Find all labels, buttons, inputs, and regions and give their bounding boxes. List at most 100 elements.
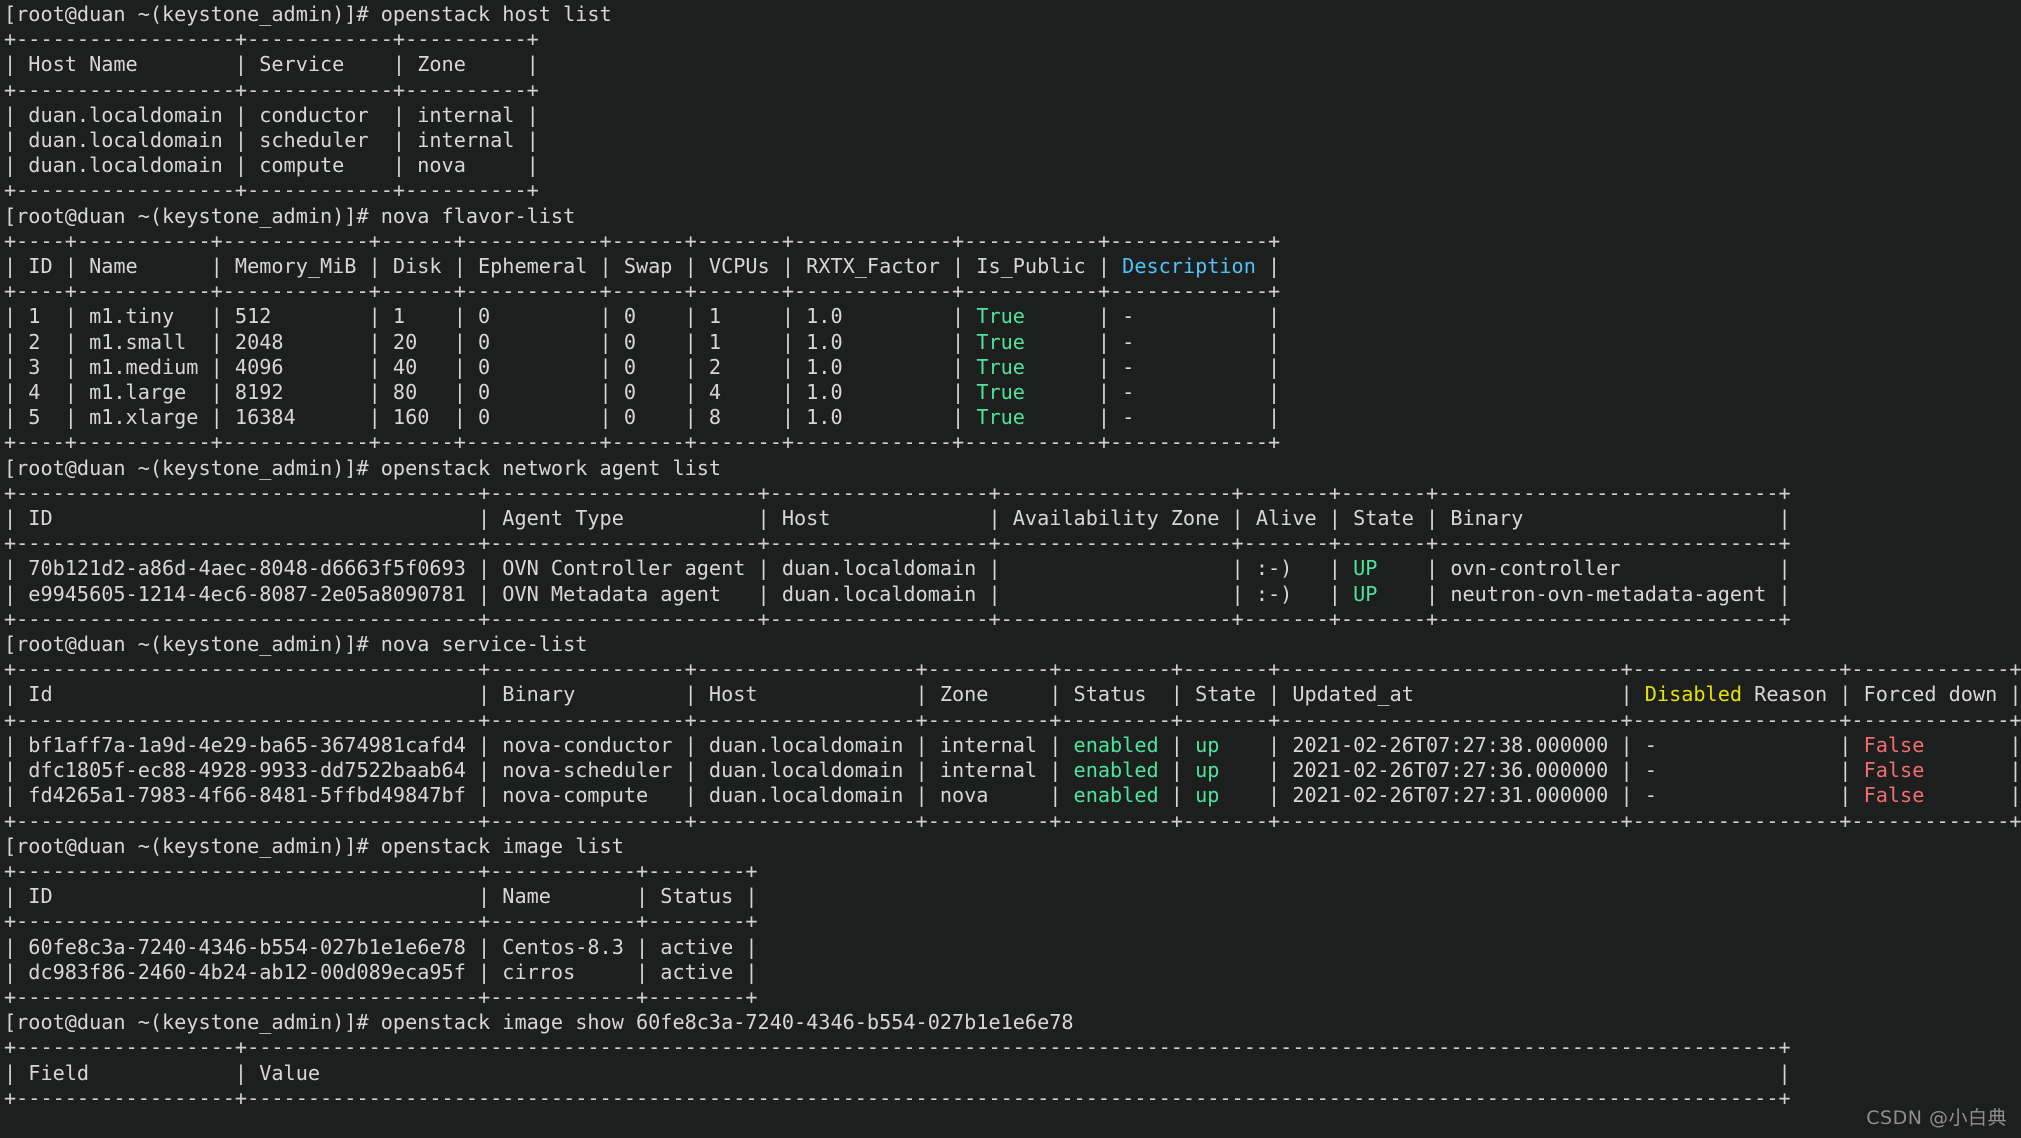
terminal-line: +--------------------------------------+… [4,657,2021,682]
terminal-line: +------------------+------------+-------… [4,178,2021,203]
terminal-text: | 5 | m1.xlarge | 16384 | 160 | 0 | 0 | … [4,405,977,430]
terminal-line: | Host Name | Service | Zone | [4,52,2021,77]
terminal-line: +----+-----------+------------+------+--… [4,229,2021,254]
terminal-line: [root@duan ~(keystone_admin)]# nova flav… [4,204,2021,229]
terminal-text: [root@duan ~(keystone_admin)]# openstack… [4,833,624,858]
terminal-text: | [1158,758,1196,783]
terminal-line: +--------------------------------------+… [4,809,2021,834]
terminal-text: enabled [1073,732,1159,757]
terminal-line: | 60fe8c3a-7240-4346-b554-027b1e1e6e78 |… [4,935,2021,960]
terminal-text: | Id | Binary | Host | Zone | Status | S… [4,682,1645,707]
terminal-text: Reason | Forced down | [1742,682,2021,707]
terminal-text: | duan.localdomain | scheduler | interna… [4,128,539,153]
terminal-text: | [1924,783,2021,808]
terminal-line: | 70b121d2-a86d-4aec-8048-d6663f5f0693 |… [4,556,2021,581]
terminal-text: True [976,380,1025,405]
terminal-line: | duan.localdomain | compute | nova | [4,153,2021,178]
terminal-line: | 4 | m1.large | 8192 | 80 | 0 | 0 | 4 |… [4,380,2021,405]
terminal-text: +------------------+------------+-------… [4,27,539,52]
terminal-text: True [976,329,1025,354]
terminal-text: | ID | Name | Memory_MiB | Disk | Epheme… [4,254,1123,279]
terminal-text: | Field | Value | [4,1060,1791,1085]
terminal-text: True [976,405,1025,430]
terminal-line: | ID | Name | Memory_MiB | Disk | Epheme… [4,254,2021,279]
terminal-text: +--------------------------------------+… [4,909,758,934]
terminal-text: +--------------------------------------+… [4,707,2021,732]
terminal-text: False [1863,758,1925,783]
terminal-text: | - | [1024,354,1281,379]
terminal-text: [root@duan ~(keystone_admin)]# nova serv… [4,632,588,657]
terminal-text: up [1195,783,1220,808]
terminal-line: | ID | Agent Type | Host | Availability … [4,506,2021,531]
terminal-line: +--------------------------------------+… [4,531,2021,556]
terminal-text: | [1255,254,1281,279]
terminal-line: | 3 | m1.medium | 4096 | 40 | 0 | 0 | 2 … [4,355,2021,380]
terminal-line: | e9945605-1214-4ec6-8087-2e05a8090781 |… [4,582,2021,607]
terminal-line: | 5 | m1.xlarge | 16384 | 160 | 0 | 0 | … [4,405,2021,430]
terminal-text: | [1158,732,1196,757]
terminal-line: | 1 | m1.tiny | 512 | 1 | 0 | 0 | 1 | 1.… [4,304,2021,329]
terminal-line: | duan.localdomain | conductor | interna… [4,103,2021,128]
terminal-text: | 4 | m1.large | 8192 | 80 | 0 | 0 | 4 |… [4,380,977,405]
terminal-line: | Field | Value | [4,1061,2021,1086]
terminal-line: +--------------------------------------+… [4,607,2021,632]
terminal-text: | 60fe8c3a-7240-4346-b554-027b1e1e6e78 |… [4,934,758,959]
terminal-text: | - | [1024,405,1281,430]
terminal-line: +--------------------------------------+… [4,859,2021,884]
terminal-line: | Id | Binary | Host | Zone | Status | S… [4,682,2021,707]
terminal-text: | e9945605-1214-4ec6-8087-2e05a8090781 |… [4,581,1354,606]
terminal-text: UP [1353,581,1378,606]
terminal-line: [root@duan ~(keystone_admin)]# openstack… [4,2,2021,27]
terminal-text: | dfc1805f-ec88-4928-9933-dd7522baab64 |… [4,758,1074,783]
terminal-line: +--------------------------------------+… [4,909,2021,934]
terminal-text: +------------------+------------+-------… [4,77,539,102]
terminal-text: +------------------+------------+-------… [4,178,539,203]
terminal-line: +--------------------------------------+… [4,708,2021,733]
terminal-text: +--------------------------------------+… [4,480,1791,505]
terminal-text: | 2021-02-26T07:27:31.000000 | - | [1219,783,1864,808]
terminal-line: | bf1aff7a-1a9d-4e29-ba65-3674981cafd4 |… [4,733,2021,758]
terminal-line: | duan.localdomain | scheduler | interna… [4,128,2021,153]
terminal-text: +--------------------------------------+… [4,531,1791,556]
terminal-text: enabled [1073,783,1159,808]
terminal-line: [root@duan ~(keystone_admin)]# openstack… [4,834,2021,859]
terminal-text: +----+-----------+------------+------+--… [4,228,1281,253]
terminal-line: [root@duan ~(keystone_admin)]# nova serv… [4,632,2021,657]
terminal-line: +----+-----------+------------+------+--… [4,279,2021,304]
terminal-line: | dfc1805f-ec88-4928-9933-dd7522baab64 |… [4,758,2021,783]
terminal-text: | 70b121d2-a86d-4aec-8048-d6663f5f0693 |… [4,556,1354,581]
terminal-text: [root@duan ~(keystone_admin)]# openstack… [4,2,612,26]
terminal-text: [root@duan ~(keystone_admin)]# nova flav… [4,203,576,228]
terminal-line: +------------------+--------------------… [4,1086,2021,1111]
terminal-text: +----+-----------+------------+------+--… [4,430,1281,455]
terminal-text: False [1863,732,1925,757]
terminal-text: +------------------+--------------------… [4,1035,1791,1060]
terminal-text: Disabled [1644,682,1743,707]
terminal-text: +--------------------------------------+… [4,606,1791,631]
terminal-text: +--------------------------------------+… [4,808,2021,833]
terminal-text: UP [1353,556,1378,581]
terminal-text: | [1924,758,2021,783]
terminal-text: enabled [1073,758,1159,783]
terminal-line: | 2 | m1.small | 2048 | 20 | 0 | 0 | 1 |… [4,330,2021,355]
terminal-text: | 3 | m1.medium | 4096 | 40 | 0 | 0 | 2 … [4,354,977,379]
terminal-line: +----+-----------+------------+------+--… [4,430,2021,455]
terminal-text: | [1924,732,2021,757]
terminal-text: | [1158,783,1196,808]
terminal-window[interactable]: [root@duan ~(keystone_admin)]# openstack… [0,0,2021,1138]
terminal-line: [root@duan ~(keystone_admin)]# openstack… [4,456,2021,481]
terminal-line: +------------------+------------+-------… [4,78,2021,103]
terminal-text: | fd4265a1-7983-4f66-8481-5ffbd49847bf |… [4,783,1074,808]
terminal-text: | 1 | m1.tiny | 512 | 1 | 0 | 0 | 1 | 1.… [4,304,977,329]
terminal-text: +----+-----------+------------+------+--… [4,279,1281,304]
terminal-text: | - | [1024,380,1281,405]
terminal-text: +--------------------------------------+… [4,858,758,883]
terminal-line: +------------------+--------------------… [4,1035,2021,1060]
terminal-output: [root@duan ~(keystone_admin)]# openstack… [4,2,2021,1111]
terminal-text: up [1195,732,1220,757]
terminal-text: [root@duan ~(keystone_admin)]# openstack… [4,455,722,480]
terminal-text: | ovn-controller | [1377,556,1791,581]
terminal-line: | dc983f86-2460-4b24-ab12-00d089eca95f |… [4,960,2021,985]
terminal-text: True [976,354,1025,379]
terminal-text: Description [1122,254,1256,279]
